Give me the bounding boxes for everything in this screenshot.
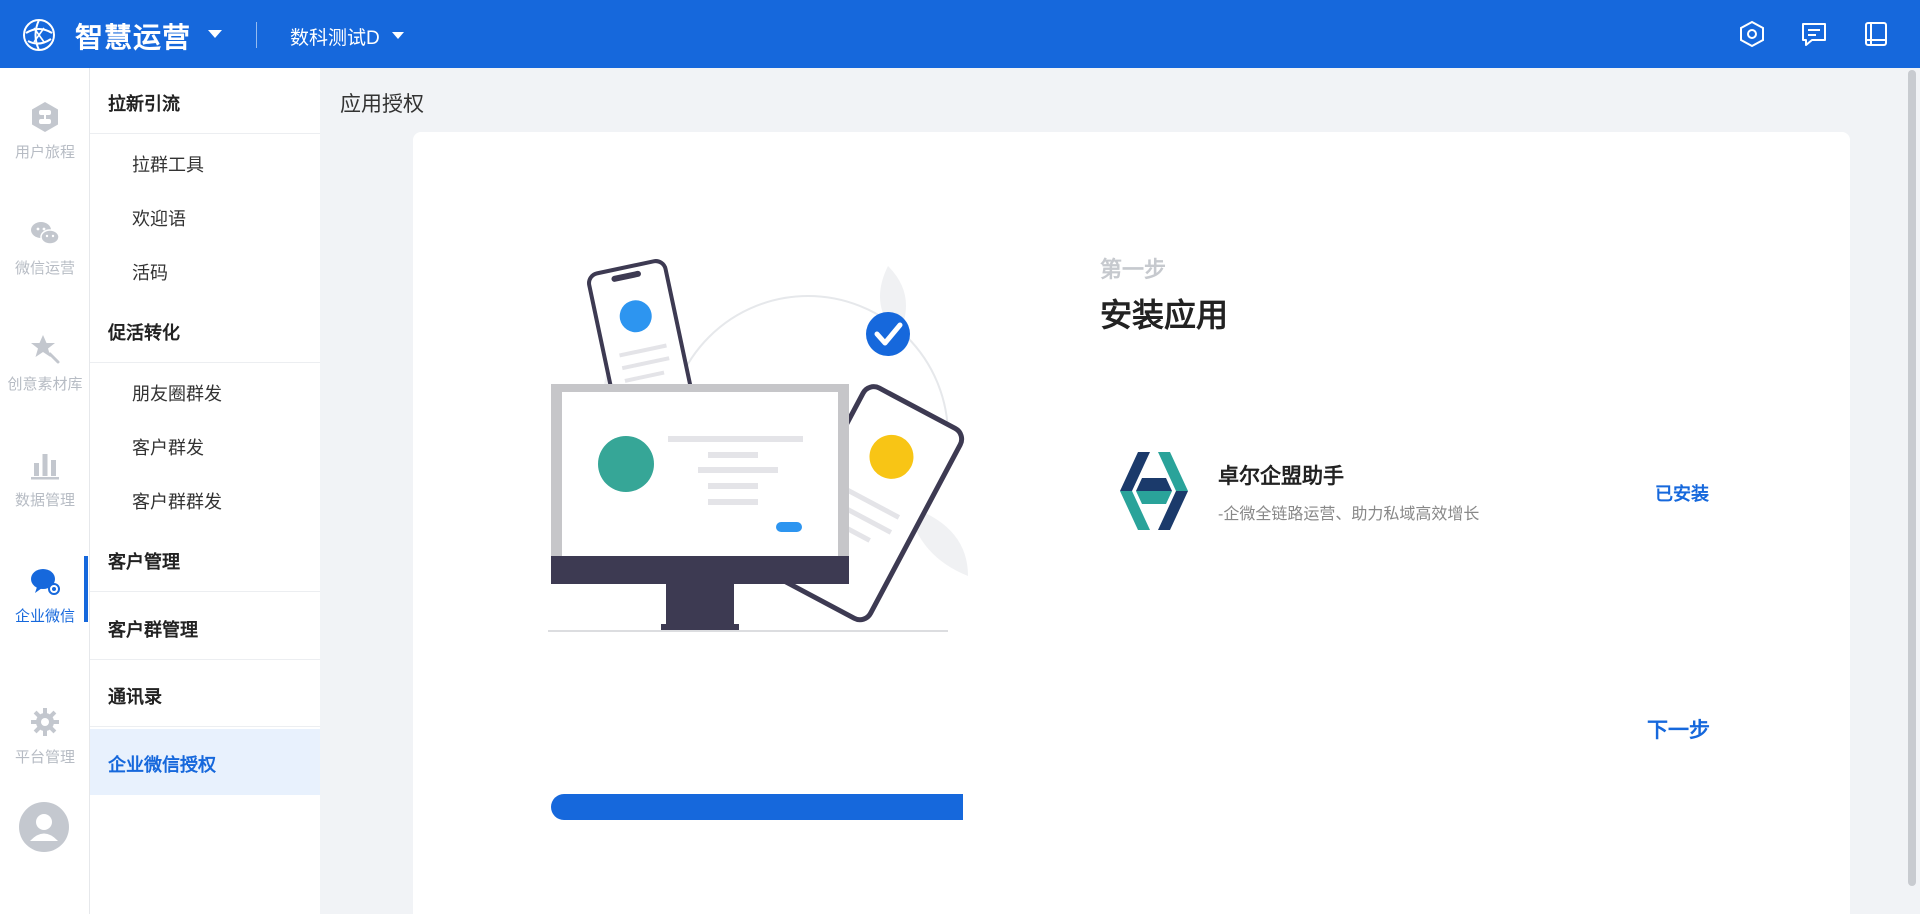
install-status-button[interactable]: 已安装 — [1655, 480, 1709, 506]
gear-icon — [31, 708, 59, 736]
chevron-down-icon[interactable] — [392, 32, 404, 39]
menu-group-group-management[interactable]: 客户群管理 — [90, 594, 320, 660]
topbar-divider — [256, 22, 257, 48]
app-name: 卓尔企盟助手 — [1218, 465, 1344, 488]
menu-group-work-wechat-auth[interactable]: 企业微信授权 — [90, 729, 320, 795]
menu-group-acquisition[interactable]: 拉新引流 — [90, 68, 320, 134]
step-title: 安装应用 — [1100, 297, 1229, 333]
user-journey-icon — [32, 102, 58, 132]
account-selector[interactable]: 数科测试D — [290, 23, 380, 50]
step-progress-fill — [551, 794, 963, 820]
next-step-button[interactable]: 下一步 — [1647, 714, 1710, 744]
menu-item-group-tool[interactable]: 拉群工具 — [90, 135, 320, 189]
app-logo-icon — [1120, 452, 1188, 530]
rail-label: 平台管理 — [14, 749, 75, 766]
secondary-menu: 拉新引流 拉群工具 欢迎语 活码 促活转化 朋友圈群发 客户群发 客户群群发 客… — [90, 68, 320, 914]
top-navigation-bar: 智慧运营 数科测试D — [0, 0, 1920, 68]
menu-item-live-code[interactable]: 活码 — [90, 243, 320, 297]
menu-group-conversion[interactable]: 促活转化 — [90, 297, 320, 363]
chevron-down-icon[interactable] — [208, 30, 222, 38]
rail-label: 微信运营 — [14, 260, 75, 277]
rail-label: 用户旅程 — [14, 144, 75, 161]
book-icon[interactable] — [1862, 20, 1890, 48]
menu-item-group-broadcast[interactable]: 客户群群发 — [90, 472, 320, 526]
bar-chart-icon — [31, 454, 59, 480]
wechat-icon — [31, 222, 60, 245]
active-indicator — [84, 556, 88, 622]
menu-group-contacts[interactable]: 通讯录 — [90, 661, 320, 727]
message-icon[interactable] — [1800, 20, 1828, 48]
work-wechat-icon — [31, 569, 60, 595]
rail-item-platform[interactable]: 平台管理 — [0, 688, 90, 798]
menu-item-welcome-message[interactable]: 欢迎语 — [90, 189, 320, 243]
step-progress-bar — [551, 794, 963, 820]
hexagon-settings-icon[interactable] — [1738, 20, 1766, 48]
user-avatar-icon[interactable] — [19, 802, 69, 852]
rail-label: 创意素材库 — [7, 376, 83, 393]
rail-item-work-wechat[interactable]: 企业微信 — [0, 547, 90, 657]
menu-group-customer-management[interactable]: 客户管理 — [90, 526, 320, 592]
step-label: 第一步 — [1100, 257, 1167, 282]
menu-item-moments-broadcast[interactable]: 朋友圈群发 — [90, 364, 320, 418]
rail-label: 数据管理 — [14, 492, 75, 509]
rail-label: 企业微信 — [14, 608, 75, 625]
devices-illustration — [548, 259, 968, 632]
rail-item-creative[interactable]: 创意素材库 — [0, 315, 90, 425]
rail-item-wechat[interactable]: 微信运营 — [0, 199, 90, 309]
app-description: -企微全链路运营、助力私域高效增长 — [1218, 506, 1480, 523]
app-title[interactable]: 智慧运营 — [75, 16, 191, 56]
rail-item-data[interactable]: 数据管理 — [0, 431, 90, 541]
creative-star-icon — [31, 335, 60, 364]
brain-globe-icon[interactable] — [20, 16, 58, 54]
icon-sidebar: 用户旅程 微信运营 创意素材库 数据管理 企业微信 平台管理 — [0, 68, 90, 914]
rail-item-user-journey[interactable]: 用户旅程 — [0, 83, 90, 193]
scrollbar-thumb[interactable] — [1908, 70, 1916, 886]
page-title: 应用授权 — [340, 93, 424, 116]
menu-item-customer-broadcast[interactable]: 客户群发 — [90, 418, 320, 472]
